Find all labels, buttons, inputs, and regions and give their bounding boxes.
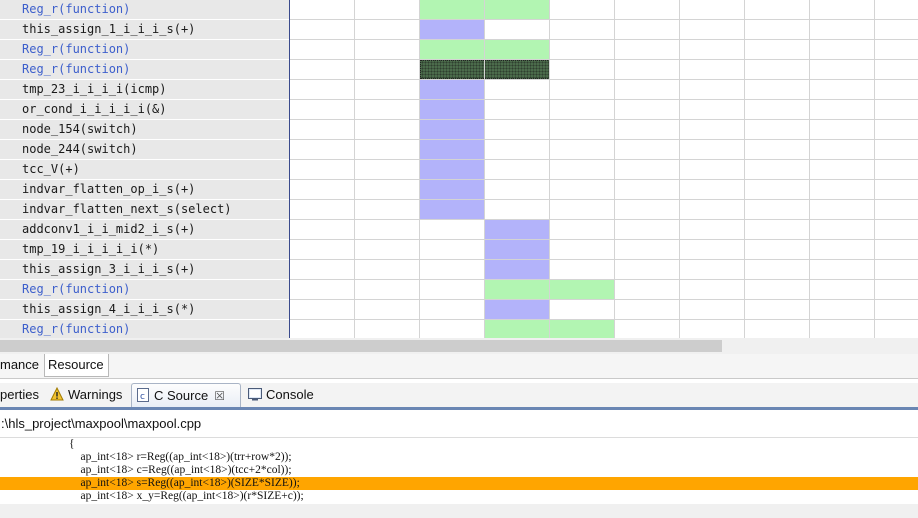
operation-label: node_154(switch)	[0, 120, 289, 140]
tab-console[interactable]: Console	[248, 383, 328, 407]
operation-label: this_assign_3_i_i_i_s(+)	[0, 260, 289, 280]
operation-bar[interactable]	[420, 80, 485, 99]
tab-properties[interactable]: perties	[0, 383, 44, 407]
code-line[interactable]: {	[0, 438, 918, 451]
tab-resource[interactable]: Resource	[44, 354, 109, 377]
operation-label: tcc_V(+)	[0, 160, 289, 180]
operation-bar[interactable]	[420, 140, 485, 159]
operation-bar[interactable]	[485, 320, 615, 338]
source-code-view[interactable]: { ap_int<18> r=Reg((ap_int<18>)(trr+row*…	[0, 438, 918, 504]
tab-console-label: Console	[266, 387, 314, 402]
operation-bar[interactable]	[420, 180, 485, 199]
c-file-icon: c	[136, 386, 150, 402]
operation-label: indvar_flatten_op_i_s(+)	[0, 180, 289, 200]
highlighted-code-line[interactable]: ap_int<18> s=Reg((ap_int<18>)(SIZE*SIZE)…	[0, 477, 918, 490]
scrollbar-thumb[interactable]	[0, 340, 722, 352]
schedule-row[interactable]: node_244(switch)	[0, 140, 918, 160]
cycle-gridline	[809, 0, 810, 338]
code-line[interactable]: ap_int<18> c=Reg((ap_int<18>)(tcc+2*col)…	[0, 464, 918, 477]
schedule-row[interactable]: Reg_r(function)	[0, 320, 918, 338]
operation-bar[interactable]	[420, 100, 485, 119]
operation-label: Reg_r(function)	[0, 280, 289, 300]
schedule-viewer: Reg_r(function) this_assign_1_i_i_i_s(+) R…	[0, 0, 918, 338]
label-column-separator	[289, 0, 290, 338]
code-line[interactable]: ap_int<18> x_y=Reg((ap_int<18>)(r*SIZE+c…	[0, 490, 918, 503]
cycle-gridline	[484, 0, 485, 338]
active-panel-indicator	[0, 407, 918, 410]
tab-c-source-label: C Source	[154, 388, 209, 403]
editor-footer	[0, 504, 918, 518]
tab-warnings[interactable]: Warnings	[50, 383, 130, 407]
schedule-row[interactable]: tmp_19_i_i_i_i_i(*)	[0, 240, 918, 260]
panel-tab-bar: perties Warnings c C Source ☒ Console	[0, 383, 918, 407]
operation-bar[interactable]	[420, 160, 485, 179]
tab-properties-label: perties	[0, 387, 40, 402]
operation-label: this_assign_1_i_i_i_s(+)	[0, 20, 289, 40]
view-tab-bar: mance Resource	[0, 354, 918, 379]
operation-bar[interactable]	[485, 240, 550, 259]
schedule-row[interactable]: Reg_r(function)	[0, 280, 918, 300]
schedule-row[interactable]: Reg_r(function)	[0, 0, 918, 20]
tab-resource-label: Resource	[48, 357, 104, 372]
cycle-gridline	[354, 0, 355, 338]
schedule-row[interactable]: tmp_23_i_i_i_i(icmp)	[0, 80, 918, 100]
cycle-gridline	[549, 0, 550, 338]
schedule-row[interactable]: this_assign_3_i_i_i_s(+)	[0, 260, 918, 280]
cycle-gridline	[614, 0, 615, 338]
operation-label: Reg_r(function)	[0, 0, 289, 20]
schedule-row[interactable]: indvar_flatten_op_i_s(+)	[0, 180, 918, 200]
tab-performance-label: mance	[0, 357, 40, 372]
warning-icon	[50, 385, 64, 401]
operation-label: node_244(switch)	[0, 140, 289, 160]
schedule-row[interactable]: tcc_V(+)	[0, 160, 918, 180]
operation-bar[interactable]	[485, 220, 550, 239]
schedule-row[interactable]: Reg_r(function)	[0, 60, 918, 80]
operation-bar[interactable]	[420, 120, 485, 139]
console-icon	[248, 385, 262, 401]
operation-bar[interactable]	[420, 60, 550, 79]
close-icon[interactable]: ☒	[214, 389, 225, 403]
tab-warnings-label: Warnings	[68, 387, 123, 402]
operation-label: indvar_flatten_next_s(select)	[0, 200, 289, 220]
schedule-row[interactable]: or_cond_i_i_i_i_i(&)	[0, 100, 918, 120]
code-line[interactable]: ap_int<18> r=Reg((ap_int<18>)(trr+row*2)…	[0, 451, 918, 464]
operation-label: Reg_r(function)	[0, 60, 289, 80]
operation-bar[interactable]	[485, 300, 550, 319]
operation-bar[interactable]	[420, 0, 550, 19]
tab-performance[interactable]: mance	[0, 354, 45, 376]
schedule-row[interactable]: node_154(switch)	[0, 120, 918, 140]
schedule-row[interactable]: Reg_r(function)	[0, 40, 918, 60]
cycle-gridline	[874, 0, 875, 338]
operation-label: tmp_23_i_i_i_i(icmp)	[0, 80, 289, 100]
cycle-gridline	[744, 0, 745, 338]
cycle-gridline	[679, 0, 680, 338]
schedule-row[interactable]: this_assign_1_i_i_i_s(+)	[0, 20, 918, 40]
svg-text:c: c	[140, 392, 145, 402]
operation-label: or_cond_i_i_i_i_i(&)	[0, 100, 289, 120]
operation-bar[interactable]	[420, 200, 485, 219]
operation-label: Reg_r(function)	[0, 320, 289, 338]
schedule-row[interactable]: indvar_flatten_next_s(select)	[0, 200, 918, 220]
operation-label: tmp_19_i_i_i_i_i(*)	[0, 240, 289, 260]
tab-c-source[interactable]: c C Source ☒	[131, 383, 241, 407]
operation-label: Reg_r(function)	[0, 40, 289, 60]
operation-label: this_assign_4_i_i_i_s(*)	[0, 300, 289, 320]
horizontal-scrollbar[interactable]	[0, 338, 918, 354]
operation-label: addconv1_i_i_mid2_i_s(+)	[0, 220, 289, 240]
source-file-path: :\hls_project\maxpool\maxpool.cpp	[0, 412, 918, 436]
schedule-row[interactable]: addconv1_i_i_mid2_i_s(+)	[0, 220, 918, 240]
operation-bar[interactable]	[420, 20, 485, 39]
cycle-gridline	[419, 0, 420, 338]
operation-bar[interactable]	[420, 40, 550, 59]
schedule-row[interactable]: this_assign_4_i_i_i_s(*)	[0, 300, 918, 320]
operation-bar[interactable]	[485, 280, 615, 299]
operation-bar[interactable]	[485, 260, 550, 279]
